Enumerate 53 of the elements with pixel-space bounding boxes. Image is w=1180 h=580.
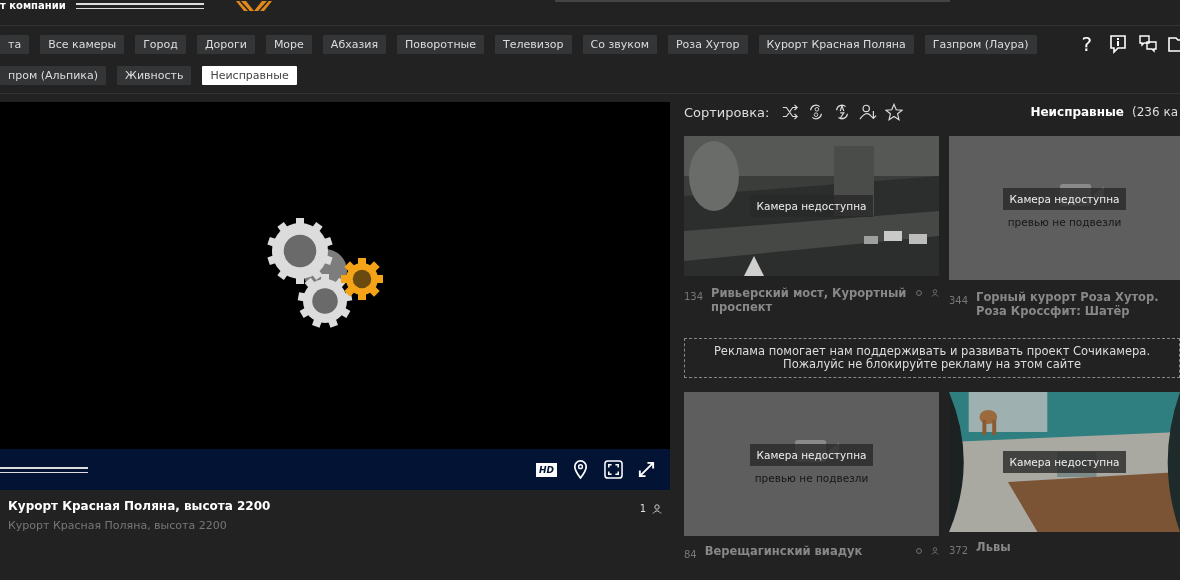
person-icon [931, 289, 939, 297]
hd-button[interactable]: HD [536, 462, 557, 477]
info-bubble-icon[interactable] [1108, 34, 1128, 54]
category-tab[interactable]: Газпром (Лаура) [924, 34, 1037, 54]
category-tab[interactable]: Город [135, 34, 186, 54]
ad-notice: Реклама помогает нам поддерживать и развивать проект Сочикамера. Пожалуйс не блокируйте рекламу на этом сайте [684, 338, 1180, 378]
category-tab[interactable]: та [0, 34, 30, 54]
list-heading: Неисправные [1030, 105, 1124, 119]
camera-number: 372 [949, 545, 969, 556]
video-player[interactable] [0, 102, 670, 449]
status-label: Камера недоступна [749, 444, 874, 466]
camera-number: 344 [949, 295, 969, 306]
user-sort-icon[interactable] [859, 103, 878, 121]
company-text: т компании [0, 0, 66, 11]
viewer-count: 1 [639, 503, 646, 514]
camera-name-link[interactable]: Горный курорт Роза Хутор. Роза Кроссфит: Шатёр [976, 290, 1180, 318]
sort-label: Сортировка: [684, 104, 770, 120]
camera-title: Курорт Красная Поляна, высота 2200 [8, 499, 272, 513]
category-tab[interactable]: Поворотные [397, 34, 485, 54]
location-pin-icon[interactable] [571, 460, 590, 479]
status-label: Камера недоступна [1002, 451, 1127, 473]
category-tab[interactable]: Неисправные [202, 66, 297, 85]
screenshot-icon[interactable] [604, 460, 623, 479]
camera-count: (236 ка [1132, 105, 1178, 119]
category-tab[interactable]: Роза Хутор [667, 34, 748, 54]
person-icon [652, 504, 662, 514]
help-button[interactable]: ? [1075, 32, 1098, 56]
category-tab[interactable]: Телевизор [495, 34, 572, 54]
category-tab[interactable]: Все камеры [40, 34, 125, 54]
person-icon [931, 547, 939, 555]
category-tab[interactable]: Море [265, 34, 312, 54]
fullscreen-icon[interactable] [637, 460, 656, 479]
camera-name-link[interactable]: Верещагинский виадук [704, 544, 907, 558]
preview-note: превью не подвезли [754, 472, 869, 484]
category-tab[interactable]: Дороги [196, 34, 255, 54]
category-tab[interactable]: Живность [117, 66, 192, 85]
camera-number: 84 [684, 549, 697, 560]
shuffle-icon[interactable] [781, 103, 800, 121]
preview-note: превью не подвезли [1007, 216, 1122, 228]
star-icon[interactable] [885, 103, 904, 121]
camera-name-link[interactable]: Львы [976, 540, 1180, 554]
category-tab[interactable]: Со звуком [582, 34, 657, 54]
category-tab[interactable]: Абхазия [322, 34, 387, 54]
eye-icon [915, 289, 923, 297]
camera-subtitle: Курорт Красная Поляна, высота 2200 [8, 519, 228, 532]
status-label: Камера недоступна [749, 195, 874, 217]
camera-number: 134 [684, 291, 704, 302]
eye-icon [915, 547, 923, 555]
status-label: Камера недоступна [1002, 188, 1127, 210]
chat-bubbles-icon[interactable] [1138, 34, 1158, 54]
camera-name-link[interactable]: Ривьерский мост, Курортный проспект [711, 286, 907, 314]
category-tab[interactable]: пром (Альпика) [0, 66, 107, 85]
category-tab[interactable]: Курорт Красная Поляна [758, 34, 914, 54]
